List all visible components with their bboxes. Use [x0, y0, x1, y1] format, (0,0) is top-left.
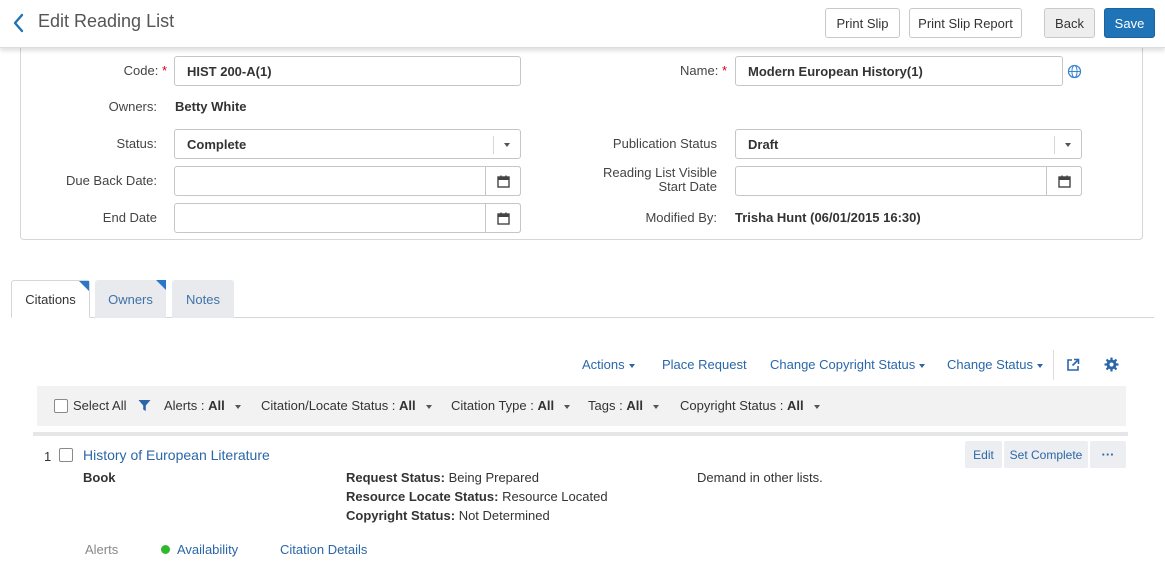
citation-title-link[interactable]: History of European Literature — [83, 447, 270, 463]
citation-locate-status-filter[interactable]: Citation/Locate Status : All — [261, 398, 432, 413]
tab-citations[interactable]: Citations — [11, 280, 90, 318]
set-complete-button[interactable]: Set Complete — [1004, 441, 1088, 468]
chevron-down-icon — [493, 136, 520, 154]
end-date-label: End Date — [102, 210, 157, 225]
chevron-down-icon — [628, 363, 635, 368]
citation-type: Book — [83, 470, 116, 485]
gear-icon[interactable] — [1104, 357, 1119, 372]
print-slip-button[interactable]: Print Slip — [825, 8, 900, 38]
demand-text: Demand in other lists. — [697, 470, 823, 485]
actions-menu[interactable]: Actions — [582, 357, 635, 372]
citation-checkbox[interactable] — [59, 448, 73, 462]
availability-status-dot — [161, 545, 170, 554]
page-title: Edit Reading List — [38, 11, 175, 31]
code-input[interactable]: HIST 200-A(1) — [174, 56, 521, 86]
required-mark: * — [161, 63, 167, 78]
back-button[interactable]: Back — [1044, 8, 1095, 38]
publication-status-select[interactable]: Draft — [735, 129, 1082, 159]
place-request-link[interactable]: Place Request — [662, 357, 747, 372]
name-input[interactable]: Modern European History(1) — [735, 56, 1063, 86]
visible-start-date-label: Reading List Visible Start Date — [603, 165, 717, 194]
publication-status-label: Publication Status — [612, 136, 717, 151]
chevron-down-icon — [1054, 136, 1081, 154]
code-label: Code: * — [123, 63, 167, 78]
save-button[interactable]: Save — [1104, 8, 1155, 38]
due-back-date-label: Due Back Date: — [65, 173, 157, 188]
copyright-status-filter[interactable]: Copyright Status : All — [680, 398, 820, 413]
name-label: Name: * — [680, 63, 727, 78]
chevron-down-icon — [425, 404, 432, 409]
status-selected-value: Complete — [187, 137, 247, 152]
tags-filter[interactable]: Tags : All — [588, 398, 659, 413]
availability-link[interactable]: Availability — [177, 542, 238, 557]
calendar-icon — [1057, 175, 1071, 188]
chevron-down-icon — [234, 404, 241, 409]
visible-start-date-input[interactable] — [735, 166, 1082, 196]
citation-details-link[interactable]: Citation Details — [280, 542, 367, 557]
chevron-down-icon — [652, 404, 659, 409]
chevron-down-icon — [813, 404, 820, 409]
modified-by-value: Trisha Hunt (06/01/2015 16:30) — [735, 210, 921, 225]
calendar-icon — [496, 175, 510, 188]
change-status-menu[interactable]: Change Status — [947, 357, 1044, 372]
due-back-date-input[interactable] — [174, 166, 521, 196]
citation-index: 1 — [44, 449, 52, 464]
chevron-down-icon — [564, 404, 571, 409]
edit-button[interactable]: Edit — [965, 441, 1002, 468]
calendar-button[interactable] — [485, 166, 521, 196]
status-select[interactable]: Complete — [174, 129, 521, 159]
citation-type-filter[interactable]: Citation Type : All — [451, 398, 571, 413]
status-label: Status: — [116, 136, 157, 151]
globe-icon[interactable] — [1067, 64, 1082, 79]
tab-owners[interactable]: Owners — [95, 280, 166, 318]
change-copyright-status-menu[interactable]: Change Copyright Status — [770, 357, 926, 372]
copyright-status: Copyright Status: Not Determined — [346, 508, 550, 523]
chevron-down-icon — [1037, 363, 1044, 368]
filter-bar: Select All Alerts : All Citation/Locate … — [37, 386, 1126, 426]
chevron-down-icon — [919, 363, 926, 368]
calendar-button[interactable] — [485, 203, 521, 233]
page-header: Edit Reading List Print Slip Print Slip … — [0, 0, 1165, 48]
publication-status-selected-value: Draft — [748, 137, 779, 152]
select-all-checkbox[interactable] — [54, 399, 68, 413]
list-separator — [33, 432, 1128, 436]
tab-corner-indicator — [79, 281, 89, 291]
modified-by-label: Modified By: — [645, 210, 717, 225]
required-mark: * — [721, 63, 727, 78]
owners-label: Owners: — [108, 99, 157, 114]
end-date-input[interactable] — [174, 203, 521, 233]
calendar-icon — [496, 212, 510, 225]
toolbar-divider — [1053, 350, 1054, 380]
alerts-filter[interactable]: Alerts : All — [164, 398, 241, 413]
calendar-button[interactable] — [1046, 166, 1082, 196]
select-all-label[interactable]: Select All — [73, 398, 126, 413]
more-options-button[interactable]: ··· — [1090, 441, 1126, 468]
tab-notes[interactable]: Notes — [172, 280, 234, 318]
filter-icon[interactable] — [138, 399, 151, 412]
export-icon[interactable] — [1066, 358, 1080, 372]
alerts-label: Alerts — [85, 542, 119, 557]
print-slip-report-button[interactable]: Print Slip Report — [909, 8, 1022, 38]
request-status: Request Status: Being Prepared — [346, 470, 539, 485]
owners-value: Betty White — [175, 99, 247, 114]
back-arrow-icon[interactable] — [10, 12, 28, 34]
resource-locate-status: Resource Locate Status: Resource Located — [346, 489, 608, 504]
tab-corner-indicator — [156, 280, 166, 290]
